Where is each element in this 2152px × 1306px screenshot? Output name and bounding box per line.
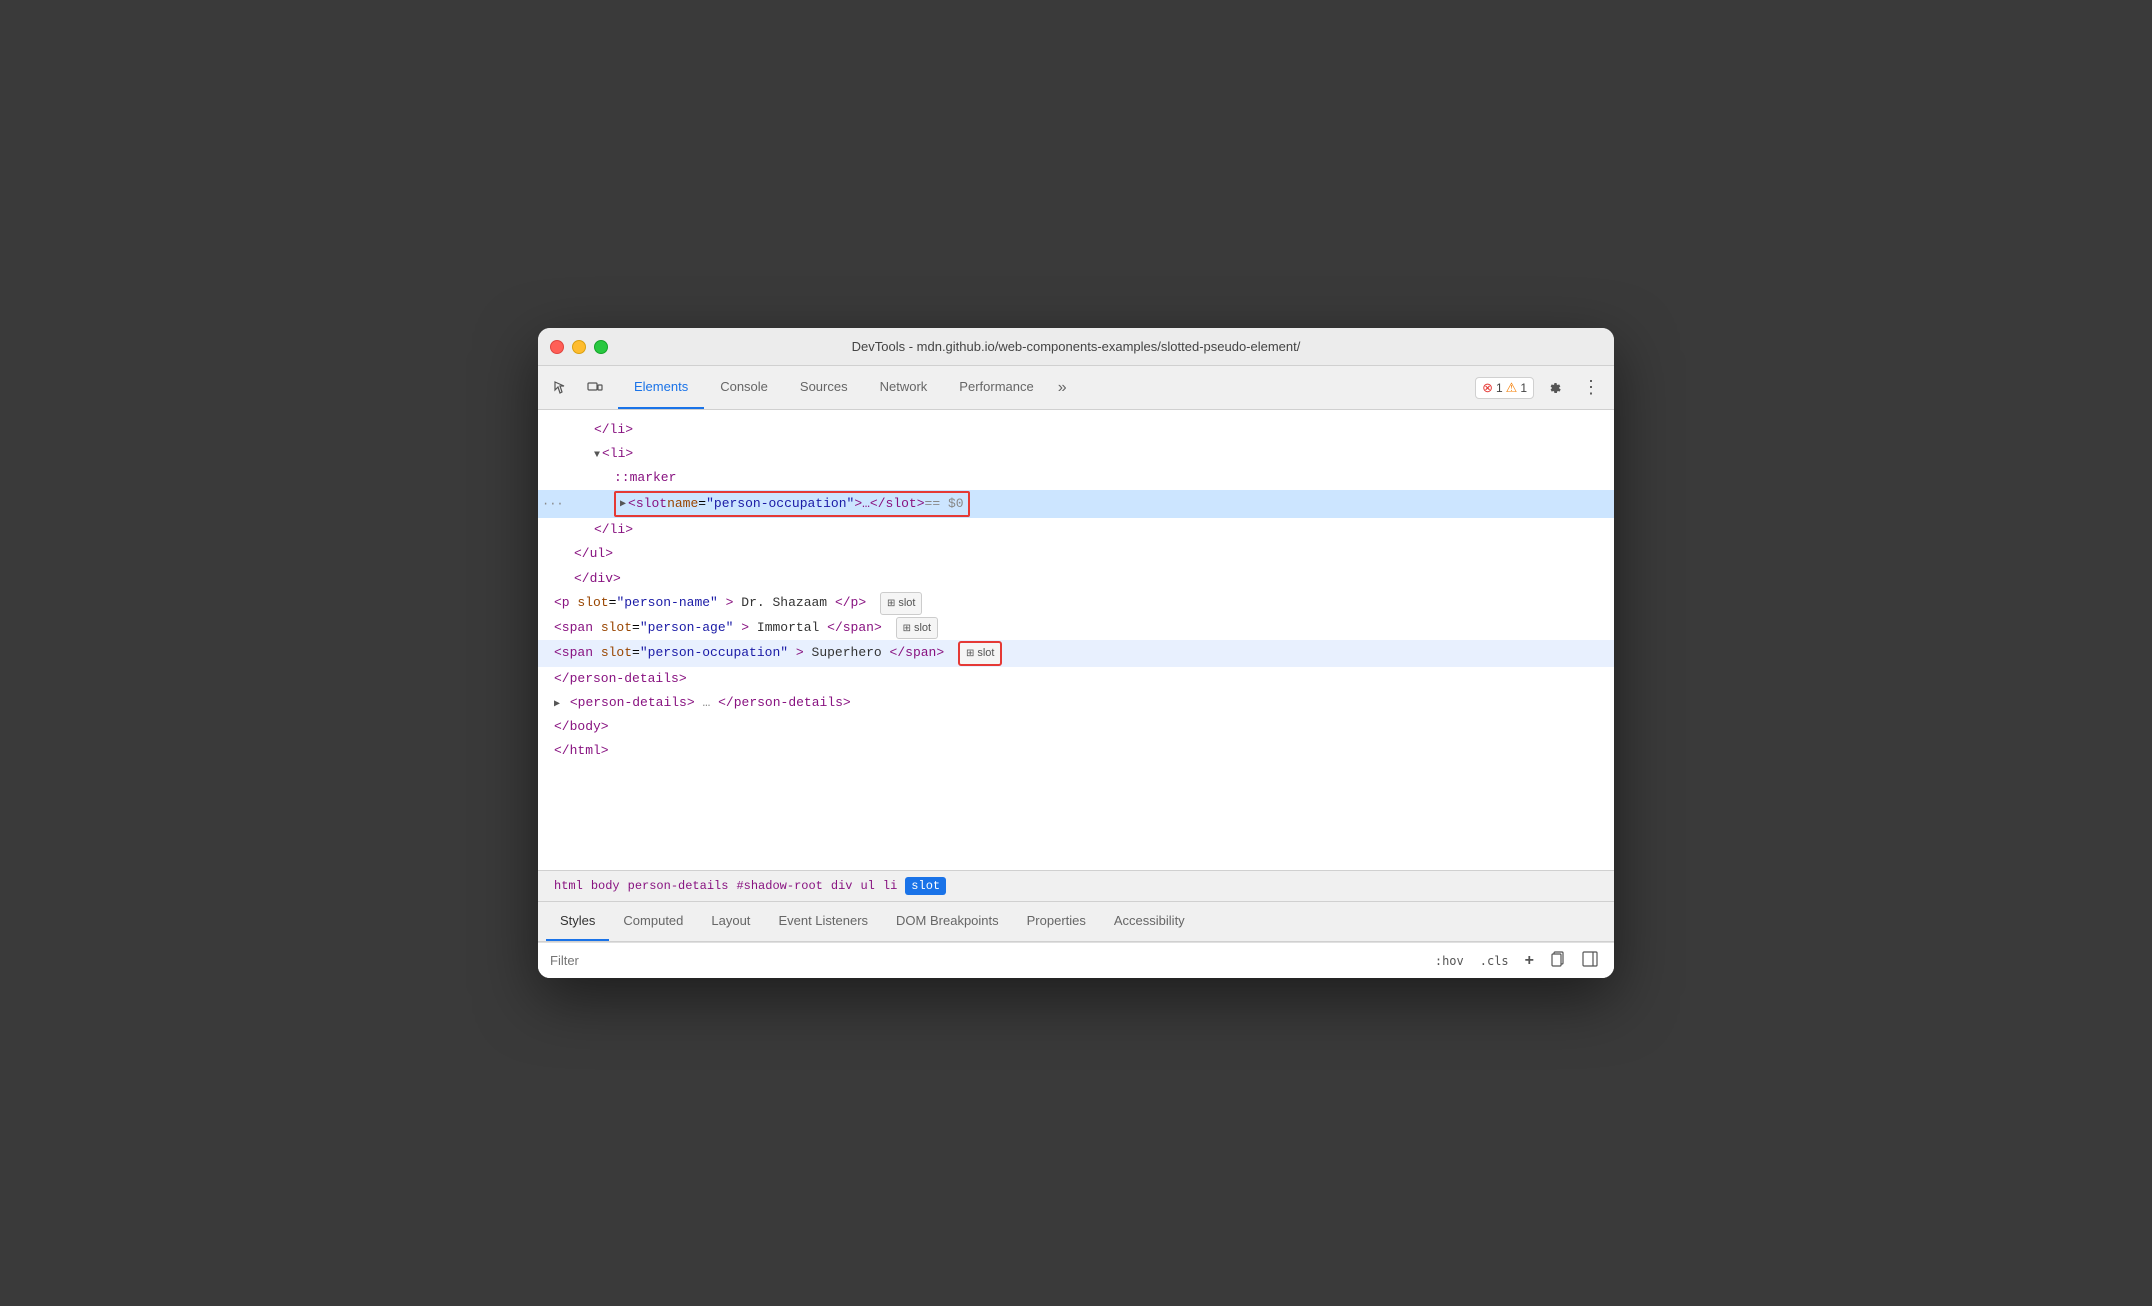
tab-accessibility[interactable]: Accessibility — [1100, 902, 1199, 941]
filter-input[interactable] — [550, 953, 1423, 968]
breadcrumb-shadow-root[interactable]: #shadow-root — [736, 879, 822, 893]
more-tabs-button[interactable]: » — [1050, 366, 1075, 409]
breadcrumb-bar: html body person-details #shadow-root di… — [538, 870, 1614, 902]
tab-dom-breakpoints[interactable]: DOM Breakpoints — [882, 902, 1013, 941]
dom-line: ▶ <person-details> … </person-details> — [538, 691, 1614, 715]
selected-dom-line[interactable]: ··· ▶ <slot name="person-occupation" >…<… — [538, 490, 1614, 518]
toolbar-right: ⊗ 1 ⚠ 1 ⋮ — [1475, 373, 1606, 403]
warning-icon: ⚠ — [1506, 380, 1518, 396]
cls-button[interactable]: .cls — [1476, 952, 1513, 970]
devtools-toolbar: Elements Console Sources Network Perform… — [538, 366, 1614, 410]
dots-indicator: ··· — [542, 494, 564, 514]
more-options-button[interactable]: ⋮ — [1576, 373, 1606, 403]
breadcrumb-slot[interactable]: slot — [905, 877, 946, 895]
tab-performance[interactable]: Performance — [943, 366, 1049, 409]
dom-line: </ul> — [538, 542, 1614, 566]
main-tabs: Elements Console Sources Network Perform… — [618, 366, 1475, 409]
tab-computed[interactable]: Computed — [609, 902, 697, 941]
dom-line: </body> — [538, 715, 1614, 739]
tab-sources[interactable]: Sources — [784, 366, 864, 409]
toolbar-icons — [546, 373, 610, 403]
tab-network[interactable]: Network — [864, 366, 944, 409]
slot-badge[interactable]: ⊞slot — [896, 617, 939, 640]
close-button[interactable] — [550, 340, 564, 354]
dom-line: </html> — [538, 739, 1614, 763]
breadcrumb-ul[interactable]: ul — [860, 879, 874, 893]
tab-layout[interactable]: Layout — [697, 902, 764, 941]
tab-elements[interactable]: Elements — [618, 366, 704, 409]
filter-actions: :hov .cls + — [1431, 949, 1602, 972]
dom-line: </person-details> — [538, 667, 1614, 691]
add-style-button[interactable]: + — [1521, 950, 1538, 972]
copy-element-button[interactable] — [1546, 949, 1570, 972]
devtools-main: </li> ▼<li> ::marker ··· ▶ — [538, 410, 1614, 978]
tab-event-listeners[interactable]: Event Listeners — [764, 902, 882, 941]
dom-panel: </li> ▼<li> ::marker ··· ▶ — [538, 410, 1614, 870]
highlighted-dom-line: <span slot="person-occupation" > Superhe… — [538, 640, 1614, 667]
hov-button[interactable]: :hov — [1431, 952, 1468, 970]
maximize-button[interactable] — [594, 340, 608, 354]
dom-line: <span slot="person-age" > Immortal </spa… — [538, 616, 1614, 641]
settings-button[interactable] — [1540, 373, 1570, 403]
breadcrumb-html[interactable]: html — [554, 879, 583, 893]
dom-line: ▼<li> — [538, 442, 1614, 466]
devtools-window: DevTools - mdn.github.io/web-components-… — [538, 328, 1614, 978]
tab-console[interactable]: Console — [704, 366, 784, 409]
inspect-element-button[interactable] — [546, 373, 576, 403]
device-toolbar-button[interactable] — [580, 373, 610, 403]
traffic-lights — [550, 340, 608, 354]
breadcrumb-body[interactable]: body — [591, 879, 620, 893]
selected-element-box: ▶ <slot name="person-occupation" >…</slo… — [614, 491, 970, 517]
sidebar-button[interactable] — [1578, 949, 1602, 972]
filter-bar: :hov .cls + — [538, 942, 1614, 978]
dom-line: </div> — [538, 567, 1614, 591]
error-badge[interactable]: ⊗ 1 ⚠ 1 — [1475, 377, 1534, 399]
bottom-tabs: Styles Computed Layout Event Listeners D… — [538, 902, 1614, 942]
dom-line: </li> — [538, 518, 1614, 542]
dom-line: ::marker — [538, 466, 1614, 490]
error-icon: ⊗ — [1482, 380, 1493, 396]
breadcrumb-person-details[interactable]: person-details — [628, 879, 729, 893]
dom-line: <p slot="person-name" > Dr. Shazaam </p>… — [538, 591, 1614, 616]
breadcrumb-li[interactable]: li — [883, 879, 897, 893]
breadcrumb-div[interactable]: div — [831, 879, 853, 893]
tab-properties[interactable]: Properties — [1013, 902, 1100, 941]
window-title: DevTools - mdn.github.io/web-components-… — [852, 339, 1301, 354]
minimize-button[interactable] — [572, 340, 586, 354]
tab-styles[interactable]: Styles — [546, 902, 609, 941]
dom-line: </li> — [538, 418, 1614, 442]
slot-badge-highlighted[interactable]: ⊞slot — [958, 641, 1003, 666]
slot-badge[interactable]: ⊞slot — [880, 592, 923, 615]
titlebar: DevTools - mdn.github.io/web-components-… — [538, 328, 1614, 366]
